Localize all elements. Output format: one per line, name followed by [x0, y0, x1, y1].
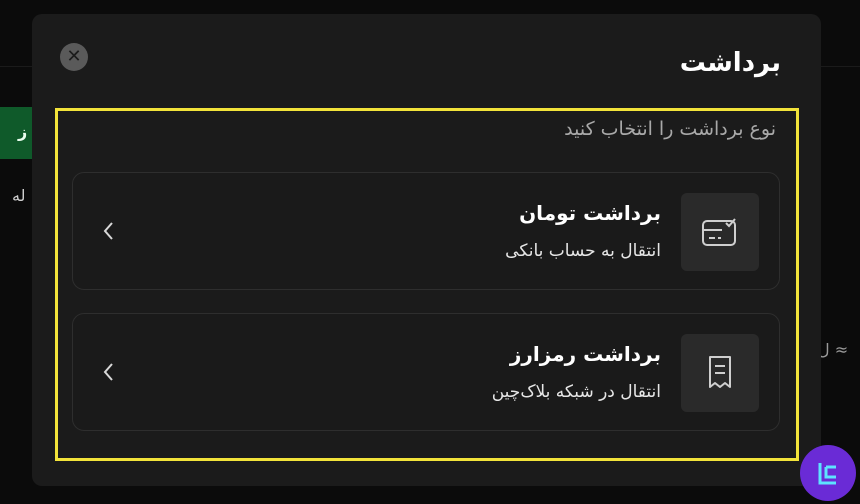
background-green-label: ز — [18, 122, 28, 141]
close-icon: ✕ — [66, 46, 82, 67]
option-crypto-withdraw[interactable]: برداشت رمزارز انتقال در شبکه بلاک‌چین — [72, 313, 780, 431]
option-description: انتقال در شبکه بلاک‌چین — [491, 382, 661, 402]
option-description: انتقال به حساب بانکی — [505, 241, 661, 261]
background-text-left: له — [12, 186, 26, 205]
modal-title: برداشت — [679, 48, 781, 78]
option-toman-withdraw[interactable]: برداشت تومان انتقال به حساب بانکی — [72, 172, 780, 290]
option-title: برداشت رمزارز — [509, 342, 661, 366]
chevron-left-icon — [103, 222, 113, 240]
background-text-right: ل ≈ — [818, 340, 849, 359]
withdraw-type-prompt: نوع برداشت را انتخاب کنید — [564, 118, 776, 140]
withdraw-modal: ✕ برداشت نوع برداشت را انتخاب کنید برداش… — [32, 14, 821, 486]
bank-card-check-icon — [681, 193, 759, 271]
close-button[interactable]: ✕ — [60, 43, 88, 71]
receipt-icon — [681, 334, 759, 412]
option-title: برداشت تومان — [519, 201, 661, 225]
brand-logo-icon — [800, 445, 856, 501]
chevron-left-icon — [103, 363, 113, 381]
